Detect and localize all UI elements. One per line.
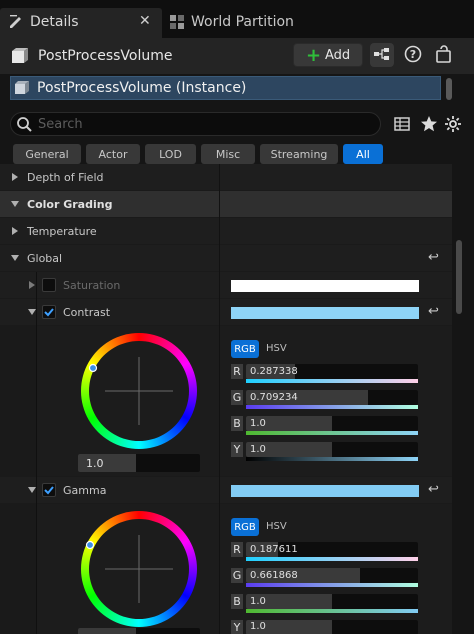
gamma-color-wheel[interactable] bbox=[80, 510, 198, 631]
gamma-label: Gamma bbox=[63, 484, 107, 497]
contrast-color-swatch[interactable] bbox=[231, 307, 419, 319]
channel-letter-y: Y bbox=[231, 620, 243, 634]
actor-title: PostProcessVolume bbox=[38, 48, 173, 64]
vertical-scrollbar[interactable] bbox=[454, 168, 474, 634]
gamma-channel-b-value: 1.0 bbox=[250, 596, 266, 607]
plus-icon: + bbox=[306, 45, 322, 66]
contrast-channel-b-field[interactable] bbox=[246, 416, 418, 431]
expand-arrow-icon[interactable] bbox=[29, 281, 35, 289]
channel-letter-r: R bbox=[231, 364, 243, 379]
gamma-color-swatch[interactable] bbox=[231, 485, 419, 497]
gamma-g-gradient bbox=[246, 583, 418, 587]
settings-icon[interactable] bbox=[444, 115, 462, 136]
contrast-b-gradient bbox=[246, 431, 418, 435]
contrast-y-gradient bbox=[246, 457, 418, 461]
gamma-wheel-value-field[interactable] bbox=[78, 628, 200, 634]
contrast-g-gradient bbox=[246, 405, 418, 409]
depth-of-field-label: Depth of Field bbox=[27, 171, 104, 184]
category-general[interactable]: General bbox=[13, 144, 81, 164]
collapse-arrow-icon[interactable] bbox=[11, 255, 19, 261]
color-grading-label: Color Grading bbox=[27, 198, 113, 211]
lock-button[interactable] bbox=[432, 43, 456, 67]
gamma-channel-y-field[interactable] bbox=[246, 620, 418, 634]
contrast-channel-y-value: 1.0 bbox=[250, 444, 266, 455]
close-icon[interactable]: ✕ bbox=[139, 13, 151, 29]
reset-icon[interactable]: ↩ bbox=[428, 304, 439, 319]
gamma-channel-g-value: 0.661868 bbox=[250, 570, 298, 581]
channel-letter-b: B bbox=[231, 416, 243, 431]
row-global[interactable] bbox=[0, 245, 452, 271]
category-actor[interactable]: Actor bbox=[86, 144, 140, 164]
contrast-color-wheel[interactable] bbox=[80, 332, 198, 453]
reset-icon[interactable]: ↩ bbox=[428, 250, 439, 265]
channel-letter-y: Y bbox=[231, 442, 243, 457]
gamma-channel-y-value: 1.0 bbox=[250, 621, 266, 632]
gamma-r-gradient bbox=[246, 557, 418, 561]
column-divider[interactable] bbox=[219, 164, 220, 634]
search-icon bbox=[16, 116, 32, 135]
expand-arrow-icon[interactable] bbox=[12, 227, 18, 235]
lock-icon bbox=[436, 44, 452, 66]
gamma-b-gradient bbox=[246, 609, 418, 613]
contrast-channel-g-value: 0.709234 bbox=[250, 392, 298, 403]
instance-icon bbox=[14, 80, 30, 99]
category-lod[interactable]: LOD bbox=[145, 144, 196, 164]
contrast-channel-y-field[interactable] bbox=[246, 442, 418, 457]
blueprint-button[interactable] bbox=[370, 43, 394, 67]
table-icon[interactable] bbox=[394, 116, 410, 135]
world-partition-icon bbox=[170, 15, 184, 32]
contrast-rgb-tab[interactable]: RGB bbox=[231, 340, 259, 358]
saturation-override-checkbox[interactable] bbox=[42, 278, 56, 292]
contrast-label: Contrast bbox=[63, 306, 111, 319]
gamma-channel-r-value: 0.187611 bbox=[250, 544, 298, 555]
collapse-arrow-icon[interactable] bbox=[28, 309, 36, 315]
expand-arrow-icon[interactable] bbox=[12, 173, 18, 181]
contrast-r-gradient bbox=[246, 379, 418, 383]
tab-details[interactable] bbox=[0, 8, 162, 38]
collapse-arrow-icon[interactable] bbox=[28, 487, 36, 493]
category-streaming[interactable]: Streaming bbox=[260, 144, 338, 164]
indent-divider bbox=[36, 272, 37, 634]
collapse-arrow-icon[interactable] bbox=[11, 201, 19, 207]
gamma-override-checkbox[interactable] bbox=[42, 483, 56, 497]
contrast-hsv-tab[interactable]: HSV bbox=[266, 343, 287, 354]
gamma-channel-b-field[interactable] bbox=[246, 594, 418, 609]
gamma-rgb-tab[interactable]: RGB bbox=[231, 518, 259, 536]
gamma-hsv-tab[interactable]: HSV bbox=[266, 521, 287, 532]
help-button[interactable]: ? bbox=[401, 43, 425, 67]
channel-letter-b: B bbox=[231, 594, 243, 609]
search-input[interactable] bbox=[38, 114, 368, 134]
channel-letter-g: G bbox=[231, 390, 243, 405]
details-icon bbox=[8, 13, 24, 32]
category-misc[interactable]: Misc bbox=[201, 144, 255, 164]
global-label: Global bbox=[27, 252, 63, 265]
add-label: Add bbox=[325, 48, 351, 63]
category-all[interactable]: All bbox=[343, 144, 383, 164]
vertical-scrollbar-thumb[interactable] bbox=[456, 240, 462, 314]
contrast-channel-r-value: 0.287338 bbox=[250, 366, 298, 377]
header-scrollbar-thumb[interactable] bbox=[446, 78, 452, 100]
contrast-channel-b-value: 1.0 bbox=[250, 418, 266, 429]
blueprint-icon bbox=[374, 47, 390, 64]
channel-letter-g: G bbox=[231, 568, 243, 583]
help-icon: ? bbox=[404, 45, 422, 66]
channel-letter-r: R bbox=[231, 542, 243, 557]
contrast-wheel-value: 1.0 bbox=[86, 457, 104, 470]
star-icon[interactable] bbox=[420, 115, 438, 136]
svg-text:?: ? bbox=[410, 48, 416, 61]
tab-world-partition-label: World Partition bbox=[191, 14, 294, 30]
saturation-color-swatch[interactable] bbox=[231, 280, 419, 292]
contrast-override-checkbox[interactable] bbox=[42, 305, 56, 319]
reset-icon[interactable]: ↩ bbox=[428, 482, 439, 497]
tab-details-label: Details bbox=[30, 14, 79, 30]
instance-label: PostProcessVolume (Instance) bbox=[37, 80, 247, 96]
saturation-label: Saturation bbox=[63, 279, 121, 292]
actor-icon bbox=[11, 47, 29, 68]
add-component-button[interactable]: + Add bbox=[293, 43, 363, 67]
temperature-label: Temperature bbox=[27, 225, 97, 238]
